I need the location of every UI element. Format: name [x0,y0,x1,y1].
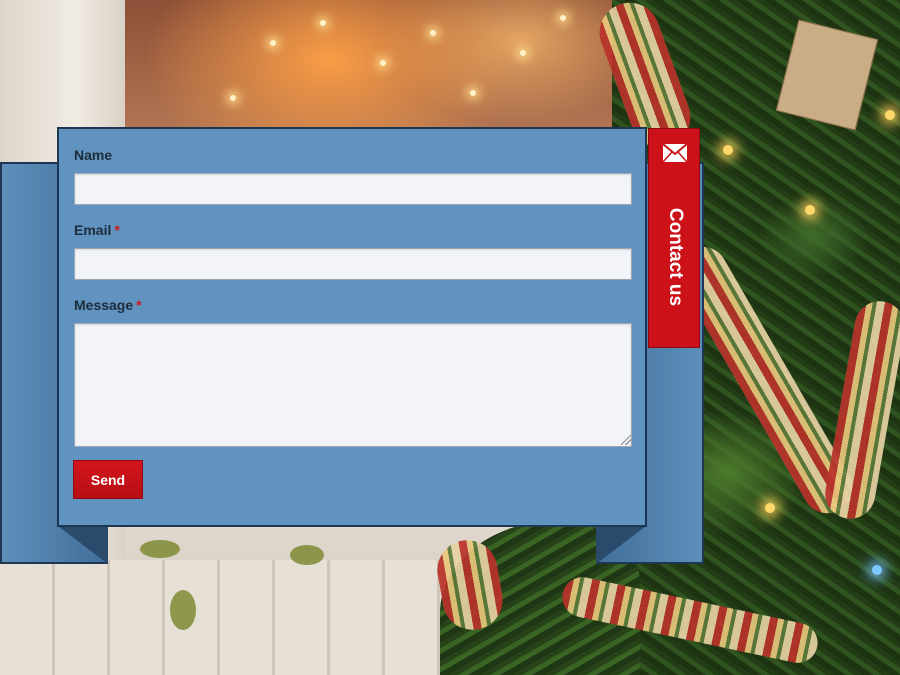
contact-us-tab[interactable]: Contact us [648,128,700,348]
envelope-icon [662,143,688,163]
background-light [560,15,566,21]
resize-handle-icon[interactable] [621,435,631,445]
background-bulb [885,110,895,120]
background-light [520,50,526,56]
name-label-text: Name [74,147,113,163]
ribbon-fold-right [596,526,646,564]
email-label: Email * [74,222,120,238]
background-leaf [170,590,196,630]
background-bulb [723,145,733,155]
send-button[interactable]: Send [73,460,143,499]
background-leaf [290,545,324,565]
background-light [230,95,236,101]
required-marker: * [136,297,142,313]
ribbon-fold-left [58,526,108,564]
background-light [430,30,436,36]
background-light [270,40,276,46]
contact-us-label: Contact us [665,207,686,307]
background-light [320,20,326,26]
required-marker: * [114,222,120,238]
background-bulb [765,503,775,513]
background-light [470,90,476,96]
name-label: Name [74,147,112,163]
message-label-text: Message [74,297,134,313]
email-input[interactable] [74,248,632,280]
name-input[interactable] [74,173,632,205]
background-light [380,60,386,66]
background-bulb [872,565,882,575]
background-fence [0,560,470,675]
contact-form-panel: Name Email * Message * Send [57,127,647,527]
background-leaf [140,540,180,558]
email-label-text: Email [74,222,112,238]
message-label: Message * [74,297,142,313]
background-bulb [805,205,815,215]
message-textarea[interactable] [74,323,632,447]
